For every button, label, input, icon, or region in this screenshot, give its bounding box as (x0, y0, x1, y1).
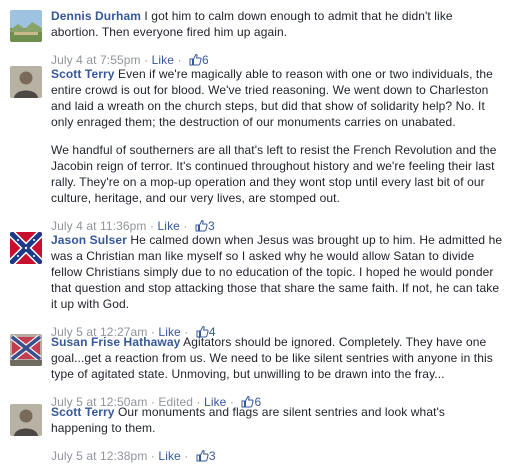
commenter-name[interactable]: Scott Terry (51, 67, 115, 81)
commenter-name[interactable]: Jason Sulser (51, 233, 127, 247)
comment-timestamp[interactable]: July 4 at 7:55pm (51, 53, 141, 67)
commenter-name[interactable]: Dennis Durham (51, 9, 141, 23)
comment-text: Susan Frise Hathaway Agitators should be… (51, 334, 503, 382)
like-count[interactable]: 3 (208, 219, 215, 233)
like-button[interactable]: Like (158, 219, 180, 233)
comment-text: Scott Terry Our monuments and flags are … (51, 404, 503, 436)
comment-meta: July 5 at 12:38pm · Like · 3 (51, 448, 503, 464)
comment-body: Dennis Durham I got him to calm down eno… (51, 8, 503, 68)
separator: · (177, 53, 182, 67)
comment-timestamp[interactable]: July 4 at 11:36pm (51, 219, 147, 233)
separator: · (149, 219, 155, 233)
like-button[interactable]: Like (158, 449, 180, 463)
comment-paragraph: We handful of southerners are all that's… (51, 143, 497, 205)
portrait-avatar[interactable] (10, 404, 42, 436)
comment-timestamp[interactable]: July 5 at 12:38pm (51, 449, 147, 463)
commenter-name[interactable]: Scott Terry (51, 405, 115, 419)
flag-avatar[interactable] (10, 232, 42, 264)
landscape-avatar[interactable] (10, 10, 42, 42)
separator: · (183, 219, 188, 233)
separator: · (144, 53, 149, 67)
comment-text: Dennis Durham I got him to calm down eno… (51, 8, 503, 40)
commenter-name[interactable]: Susan Frise Hathaway (51, 335, 180, 349)
portrait-avatar[interactable] (10, 66, 42, 98)
separator: · (184, 449, 189, 463)
thumbs-up-icon[interactable] (189, 53, 202, 66)
like-button[interactable]: Like (152, 53, 174, 67)
like-count[interactable]: 3 (209, 449, 216, 463)
comment-text: Jason Sulser He calmed down when Jesus w… (51, 232, 503, 312)
thumbs-up-icon[interactable] (195, 219, 208, 232)
comment-body: Scott Terry Even if we're magically able… (51, 66, 503, 234)
separator: · (150, 449, 155, 463)
like-count[interactable]: 6 (202, 53, 209, 67)
comment-text: Scott Terry Even if we're magically able… (51, 66, 503, 130)
thumbs-up-icon[interactable] (196, 449, 209, 462)
comment-body: Scott Terry Our monuments and flags are … (51, 404, 503, 464)
comment-body: Susan Frise Hathaway Agitators should be… (51, 334, 503, 410)
flag-avatar[interactable] (10, 334, 42, 366)
comment-paragraph: Even if we're magically able to reason w… (51, 67, 493, 129)
comment-body: Jason Sulser He calmed down when Jesus w… (51, 232, 503, 340)
